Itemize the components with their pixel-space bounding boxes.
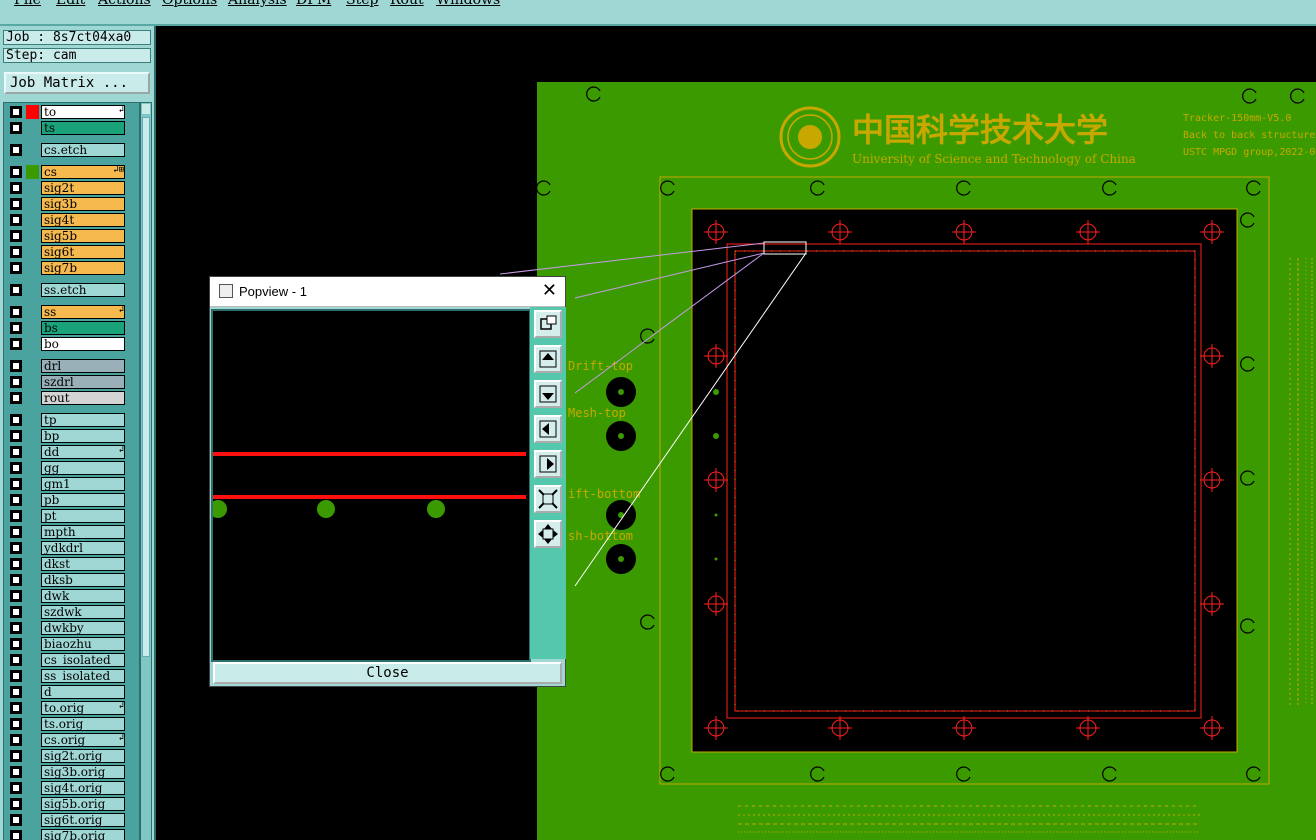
close-icon[interactable]: ✕ (542, 280, 557, 301)
active-area (691, 208, 1238, 753)
pad-dot (713, 389, 719, 395)
pad-dot (714, 513, 718, 517)
close-button[interactable]: Close (213, 662, 562, 684)
pan-left-icon[interactable] (534, 415, 562, 443)
info-line-2: Back to back structure (1183, 130, 1315, 141)
info-line-1: Tracker-150mm-V5.0 (1183, 113, 1291, 124)
pan-right-icon[interactable] (534, 450, 562, 478)
label-drift-bottom: ift-bottom (568, 487, 640, 501)
logo-chinese-text: 中国科学技术大学 (852, 111, 1108, 149)
info-line-3: USTC MPGD group,2022-0 (1183, 147, 1315, 158)
pad-dot (427, 500, 445, 518)
board-graphics-canvas[interactable]: Drift-top Mesh-top ift-bottom sh-bottom … (0, 0, 1316, 840)
label-mesh-top: Mesh-top (568, 406, 626, 420)
popview-canvas[interactable] (209, 309, 531, 662)
pan-up-icon[interactable] (534, 345, 562, 373)
pad-dot (317, 500, 335, 518)
app-icon (219, 284, 233, 298)
popview-title-bar[interactable]: Popview - 1 ✕ (210, 277, 565, 307)
label-drift-top: Drift-top (568, 359, 633, 373)
zoom-vertical-icon[interactable] (534, 520, 562, 548)
popview-window: Popview - 1 ✕ Close (209, 276, 566, 687)
zoom-home-icon[interactable] (534, 310, 562, 338)
pad-dot (209, 500, 227, 518)
label-mesh-bottom: sh-bottom (568, 529, 633, 543)
logo-english-text: University of Science and Technology of … (852, 152, 1136, 166)
popview-toolbar (530, 307, 566, 659)
pad-dot (713, 433, 719, 439)
pan-down-icon[interactable] (534, 380, 562, 408)
popview-title: Popview - 1 (239, 284, 307, 299)
zoom-fit-icon[interactable] (534, 485, 562, 513)
pad-dot (714, 557, 718, 561)
